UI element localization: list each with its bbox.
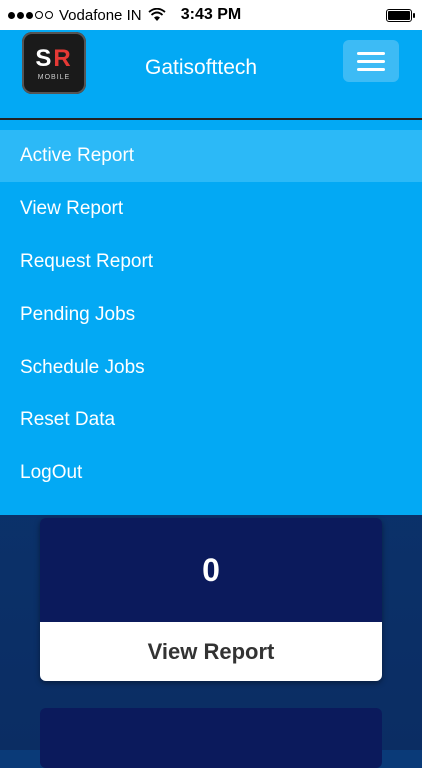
app-logo: SR MOBILE xyxy=(22,32,86,94)
menu-item-schedule-jobs[interactable]: Schedule Jobs xyxy=(0,342,422,394)
menu-item-label: View Report xyxy=(20,198,124,219)
menu-item-view-report[interactable]: View Report xyxy=(0,183,422,235)
hamburger-icon xyxy=(357,51,385,55)
menu-item-reset-data[interactable]: Reset Data xyxy=(0,394,422,446)
menu-item-request-report[interactable]: Request Report xyxy=(0,236,422,288)
nav-menu: Active Report View Report Request Report… xyxy=(0,120,422,515)
logo-subtitle: MOBILE xyxy=(37,73,71,81)
menu-item-label: Schedule Jobs xyxy=(20,357,145,378)
battery-icon xyxy=(386,9,415,22)
menu-item-logout[interactable]: LogOut xyxy=(0,447,422,499)
status-bar: Vodafone IN 3:43 PM xyxy=(0,0,422,30)
menu-item-label: Pending Jobs xyxy=(20,304,136,325)
secondary-card xyxy=(40,708,382,768)
app-title: Gatisofttech xyxy=(145,56,258,79)
menu-item-label: Reset Data xyxy=(20,409,116,430)
menu-item-label: Request Report xyxy=(20,251,154,272)
view-report-button[interactable]: View Report xyxy=(40,622,382,681)
menu-item-pending-jobs[interactable]: Pending Jobs xyxy=(0,289,422,341)
report-count-card: 0 View Report xyxy=(40,518,382,681)
app-header: SR MOBILE Gatisofttech xyxy=(0,30,422,120)
status-time: 3:43 PM xyxy=(180,6,242,23)
menu-item-active-report[interactable]: Active Report xyxy=(0,130,422,182)
menu-item-label: LogOut xyxy=(20,462,83,483)
menu-item-label: Active Report xyxy=(20,145,135,166)
hamburger-menu-button[interactable] xyxy=(343,40,399,82)
report-count: 0 xyxy=(40,518,382,622)
